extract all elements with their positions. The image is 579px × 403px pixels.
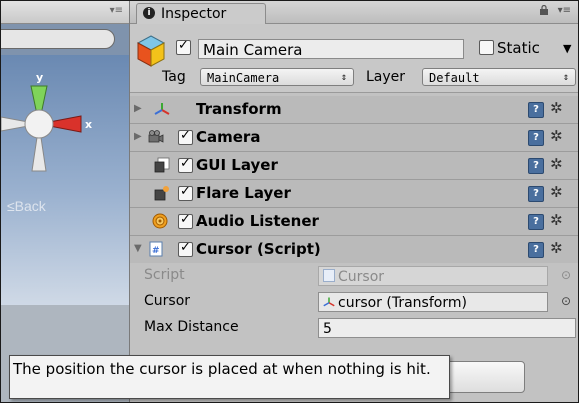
gizmo-y-label: y xyxy=(36,71,43,84)
svg-text:#: # xyxy=(152,246,160,256)
inspector-menu-icon[interactable]: ▾≡ xyxy=(558,5,571,16)
property-cursor: Cursor cursor (Transform) ⊙ xyxy=(130,289,578,315)
scene-toolbar: ▾≡ xyxy=(1,1,129,24)
inspector-panel: i Inspector ▾≡ ✓ Main Camera Static ▼ Ta… xyxy=(129,1,578,402)
flare-layer-icon xyxy=(154,186,169,201)
property-max-distance: Max Distance 5 xyxy=(130,315,578,341)
transform-icon xyxy=(154,103,170,115)
gear-icon[interactable]: ✲ xyxy=(550,127,563,145)
audio-listener-icon xyxy=(152,213,168,229)
cursor-script-enabled-checkbox[interactable]: ✓ xyxy=(178,240,193,257)
scene-search-field[interactable] xyxy=(1,29,115,49)
gear-icon[interactable]: ✲ xyxy=(550,183,563,201)
help-icon[interactable]: ? xyxy=(528,186,544,202)
layer-dropdown-value: Default xyxy=(429,71,480,85)
info-icon: i xyxy=(143,7,155,19)
script-file-icon xyxy=(323,269,335,282)
tag-label: Tag xyxy=(162,69,186,85)
scene-back-label: ≤Back xyxy=(7,198,46,214)
tag-dropdown[interactable]: MainCamera ⇕ xyxy=(200,68,354,86)
gameobject-name-field[interactable]: Main Camera xyxy=(198,39,464,59)
gui-layer-enabled-checkbox[interactable]: ✓ xyxy=(178,156,193,173)
component-name: Audio Listener xyxy=(196,212,319,230)
transform-icon xyxy=(323,297,335,307)
gear-icon[interactable]: ✲ xyxy=(550,239,563,257)
tooltip: The position the cursor is placed at whe… xyxy=(9,355,450,399)
script-icon: # xyxy=(149,241,163,257)
property-label: Script xyxy=(144,267,185,283)
object-picker-icon: ⊙ xyxy=(561,268,572,282)
scene-menu-icon[interactable]: ▾≡ xyxy=(110,5,123,16)
tab-inspector[interactable]: i Inspector xyxy=(136,3,266,24)
gear-icon[interactable]: ✲ xyxy=(550,155,563,173)
foldout-collapsed-icon[interactable]: ▶ xyxy=(134,103,142,114)
help-icon[interactable]: ? xyxy=(528,102,544,118)
dropdown-arrows-icon: ⇕ xyxy=(340,72,347,83)
flare-layer-enabled-checkbox[interactable]: ✓ xyxy=(178,184,193,201)
component-name: Flare Layer xyxy=(196,184,291,202)
component-name: Cursor (Script) xyxy=(196,240,321,258)
cursor-field-value: cursor (Transform) xyxy=(338,295,467,311)
object-picker-icon[interactable]: ⊙ xyxy=(561,294,571,308)
help-icon[interactable]: ? xyxy=(528,158,544,174)
script-object-field: Cursor xyxy=(318,266,548,286)
property-script: Script Cursor ⊙ xyxy=(130,263,578,289)
component-audio-listener[interactable]: ✓ Audio Listener ? ✲ xyxy=(130,208,578,236)
script-field-value: Cursor xyxy=(338,269,385,285)
static-checkbox[interactable] xyxy=(479,40,494,55)
component-name: GUI Layer xyxy=(196,156,278,174)
scene-view[interactable]: ▾≡ y x ≤Back xyxy=(1,1,129,402)
gameobject-cube-icon xyxy=(136,35,166,67)
component-name: Transform xyxy=(196,100,282,118)
foldout-collapsed-icon[interactable]: ▶ xyxy=(134,131,142,142)
help-icon[interactable]: ? xyxy=(528,242,544,258)
cursor-object-field[interactable]: cursor (Transform) xyxy=(318,292,548,312)
dropdown-arrows-icon: ⇕ xyxy=(562,72,569,83)
camera-icon xyxy=(148,130,164,143)
static-dropdown-arrow-icon[interactable]: ▼ xyxy=(563,42,571,55)
component-transform[interactable]: ▶ Transform ? ✲ xyxy=(130,96,578,124)
gear-icon[interactable]: ✲ xyxy=(550,211,563,229)
static-label: Static xyxy=(497,39,540,57)
component-flare-layer[interactable]: ✓ Flare Layer ? ✲ xyxy=(130,180,578,208)
component-name: Camera xyxy=(196,128,261,146)
gizmo-x-label: x xyxy=(85,118,92,131)
inspector-tab-bar: i Inspector ▾≡ xyxy=(130,1,578,24)
layer-dropdown[interactable]: Default ⇕ xyxy=(422,68,576,86)
property-label: Cursor xyxy=(144,293,191,309)
gear-icon[interactable]: ✲ xyxy=(550,99,563,117)
gameobject-active-checkbox[interactable]: ✓ xyxy=(176,38,191,55)
audio-listener-enabled-checkbox[interactable]: ✓ xyxy=(178,212,193,229)
tag-dropdown-value: MainCamera xyxy=(207,71,280,85)
property-label: Max Distance xyxy=(144,319,239,335)
add-component-button[interactable] xyxy=(438,361,525,393)
lock-icon[interactable] xyxy=(539,5,549,15)
gameobject-header: ✓ Main Camera Static ▼ Tag MainCamera ⇕ … xyxy=(130,24,578,93)
tab-inspector-label: Inspector xyxy=(161,6,227,22)
help-icon[interactable]: ? xyxy=(528,130,544,146)
foldout-expanded-icon[interactable]: ▼ xyxy=(134,243,142,254)
layer-label: Layer xyxy=(366,69,406,85)
unity-editor-window: ▾≡ y x ≤Back i Inspector ▾≡ ✓ Main Camer… xyxy=(0,0,579,403)
camera-enabled-checkbox[interactable]: ✓ xyxy=(178,128,193,145)
component-cursor-script[interactable]: ▼ # ✓ Cursor (Script) ? ✲ xyxy=(130,236,578,264)
max-distance-input[interactable]: 5 xyxy=(318,318,576,338)
help-icon[interactable]: ? xyxy=(528,214,544,230)
gui-layer-icon xyxy=(154,157,170,173)
component-camera[interactable]: ▶ ✓ Camera ? ✲ xyxy=(130,124,578,152)
component-gui-layer[interactable]: ✓ GUI Layer ? ✲ xyxy=(130,152,578,180)
scene-gizmo-icon[interactable]: y x xyxy=(1,61,129,186)
